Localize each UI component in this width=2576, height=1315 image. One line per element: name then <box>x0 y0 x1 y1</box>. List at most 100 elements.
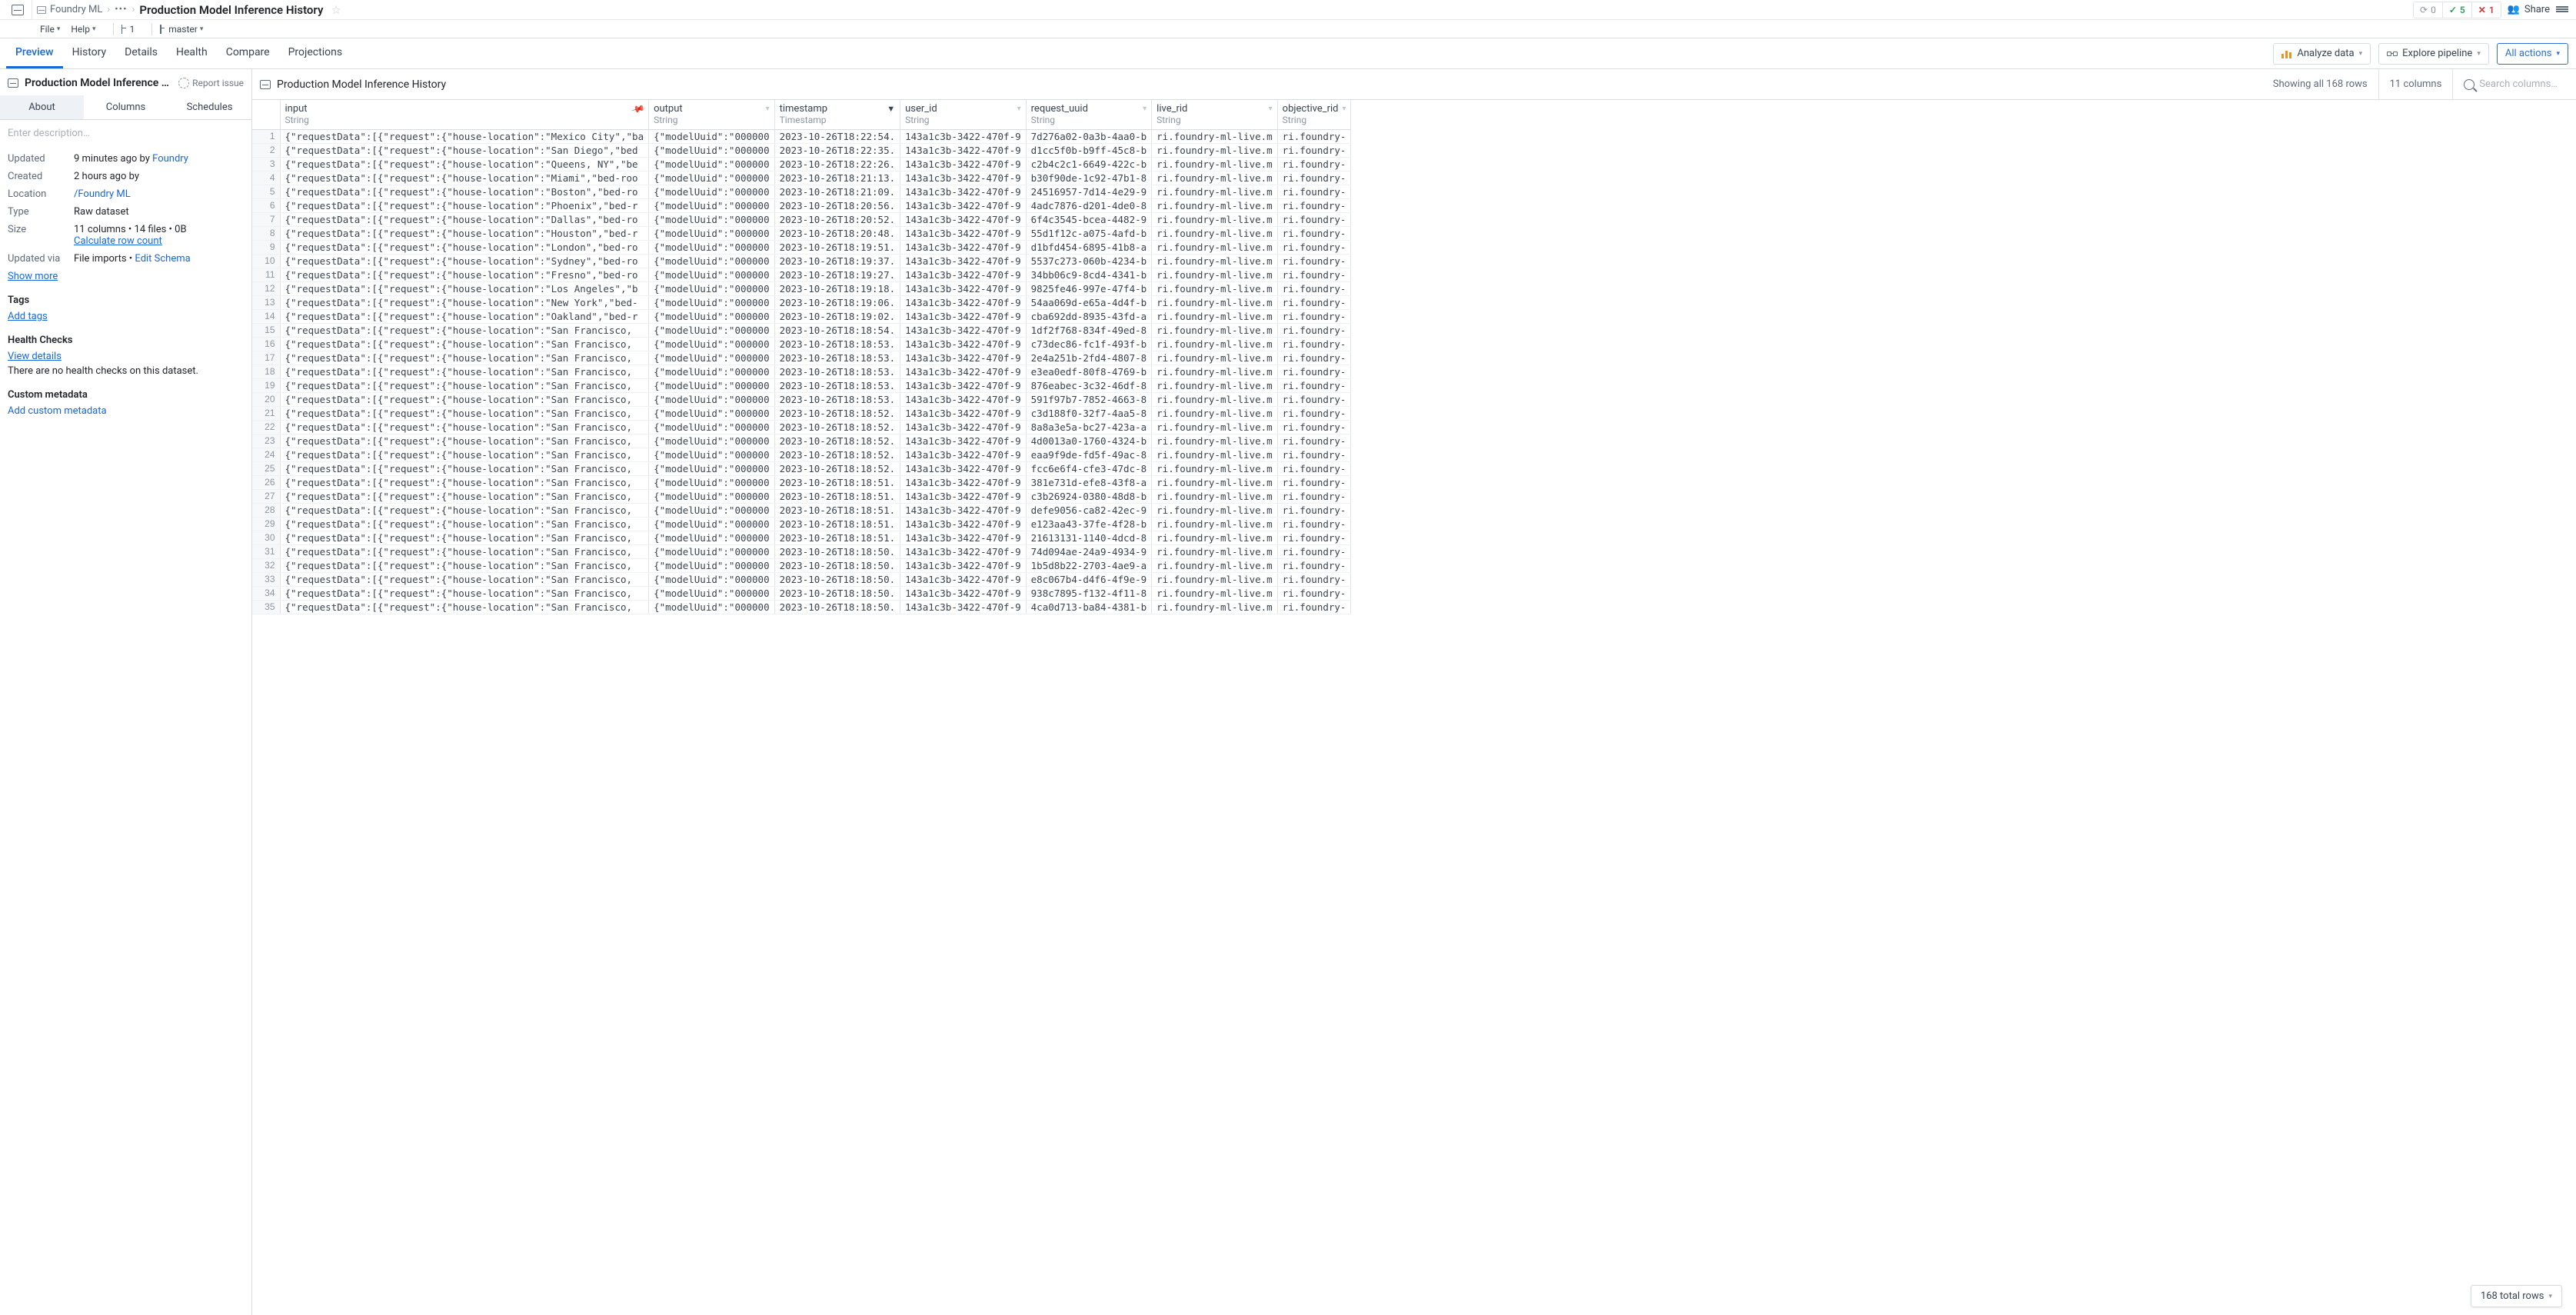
cell-timestamp[interactable]: 2023-10-26T18:18:51. <box>774 489 900 503</box>
cell-output[interactable]: {"modelUuid":"000000 <box>649 544 775 558</box>
cell-objective_rid[interactable]: ri.foundry- <box>1277 378 1351 392</box>
cell-input[interactable]: {"requestData":[{"request":{"house-locat… <box>280 434 649 448</box>
view-details-link[interactable]: View details <box>8 351 62 362</box>
table-row[interactable]: 29{"requestData":[{"request":{"house-loc… <box>252 517 1351 531</box>
cell-input[interactable]: {"requestData":[{"request":{"house-locat… <box>280 240 649 254</box>
cell-timestamp[interactable]: 2023-10-26T18:19:27. <box>774 268 900 281</box>
cell-objective_rid[interactable]: ri.foundry- <box>1277 323 1351 337</box>
cell-request_uuid[interactable]: e3ea0edf-80f8-4769-b <box>1026 365 1152 378</box>
cell-output[interactable]: {"modelUuid":"000000 <box>649 586 775 600</box>
cell-output[interactable]: {"modelUuid":"000000 <box>649 378 775 392</box>
table-row[interactable]: 19{"requestData":[{"request":{"house-loc… <box>252 378 1351 392</box>
cell-user_id[interactable]: 143a1c3b-3422-470f-9 <box>900 212 1027 226</box>
table-row[interactable]: 18{"requestData":[{"request":{"house-loc… <box>252 365 1351 378</box>
cell-timestamp[interactable]: 2023-10-26T18:19:51. <box>774 240 900 254</box>
cell-objective_rid[interactable]: ri.foundry- <box>1277 420 1351 434</box>
edit-schema-link[interactable]: Edit Schema <box>135 253 190 265</box>
cell-live_rid[interactable]: ri.foundry-ml-live.m <box>1152 143 1278 157</box>
status-refresh[interactable]: ⟳0 <box>2414 2 2443 18</box>
cell-request_uuid[interactable]: 2e4a251b-2fd4-4807-8 <box>1026 351 1152 365</box>
cell-input[interactable]: {"requestData":[{"request":{"house-locat… <box>280 461 649 475</box>
cell-user_id[interactable]: 143a1c3b-3422-470f-9 <box>900 586 1027 600</box>
cell-timestamp[interactable]: 2023-10-26T18:19:37. <box>774 254 900 268</box>
cell-objective_rid[interactable]: ri.foundry- <box>1277 406 1351 420</box>
cell-timestamp[interactable]: 2023-10-26T18:19:18. <box>774 281 900 295</box>
cell-input[interactable]: {"requestData":[{"request":{"house-locat… <box>280 295 649 309</box>
navtab-preview[interactable]: Preview <box>6 38 63 68</box>
table-row[interactable]: 4{"requestData":[{"request":{"house-loca… <box>252 171 1351 185</box>
cell-output[interactable]: {"modelUuid":"000000 <box>649 558 775 572</box>
cell-live_rid[interactable]: ri.foundry-ml-live.m <box>1152 558 1278 572</box>
cell-user_id[interactable]: 143a1c3b-3422-470f-9 <box>900 392 1027 406</box>
cell-objective_rid[interactable]: ri.foundry- <box>1277 517 1351 531</box>
menu-file[interactable]: File▾ <box>40 24 60 35</box>
cell-timestamp[interactable]: 2023-10-26T18:18:51. <box>774 517 900 531</box>
table-row[interactable]: 21{"requestData":[{"request":{"house-loc… <box>252 406 1351 420</box>
cell-timestamp[interactable]: 2023-10-26T18:18:50. <box>774 572 900 586</box>
cell-live_rid[interactable]: ri.foundry-ml-live.m <box>1152 572 1278 586</box>
cell-request_uuid[interactable]: 55d1f12c-a075-4afd-b <box>1026 226 1152 240</box>
cell-output[interactable]: {"modelUuid":"000000 <box>649 295 775 309</box>
cell-timestamp[interactable]: 2023-10-26T18:18:52. <box>774 448 900 461</box>
cell-objective_rid[interactable]: ri.foundry- <box>1277 392 1351 406</box>
cell-output[interactable]: {"modelUuid":"000000 <box>649 600 775 614</box>
search-columns[interactable]: Search columns… <box>2452 69 2568 100</box>
cell-objective_rid[interactable]: ri.foundry- <box>1277 531 1351 544</box>
cell-objective_rid[interactable]: ri.foundry- <box>1277 268 1351 281</box>
cell-objective_rid[interactable]: ri.foundry- <box>1277 157 1351 171</box>
cell-output[interactable]: {"modelUuid":"000000 <box>649 406 775 420</box>
cell-live_rid[interactable]: ri.foundry-ml-live.m <box>1152 351 1278 365</box>
cell-input[interactable]: {"requestData":[{"request":{"house-locat… <box>280 365 649 378</box>
table-row[interactable]: 7{"requestData":[{"request":{"house-loca… <box>252 212 1351 226</box>
cell-input[interactable]: {"requestData":[{"request":{"house-locat… <box>280 406 649 420</box>
status-ok[interactable]: ✓5 <box>2443 2 2472 18</box>
table-row[interactable]: 16{"requestData":[{"request":{"house-loc… <box>252 337 1351 351</box>
cell-user_id[interactable]: 143a1c3b-3422-470f-9 <box>900 475 1027 489</box>
cell-timestamp[interactable]: 2023-10-26T18:18:51. <box>774 531 900 544</box>
report-issue-link[interactable]: Report issue <box>178 78 244 88</box>
table-row[interactable]: 8{"requestData":[{"request":{"house-loca… <box>252 226 1351 240</box>
cell-output[interactable]: {"modelUuid":"000000 <box>649 461 775 475</box>
table-row[interactable]: 10{"requestData":[{"request":{"house-loc… <box>252 254 1351 268</box>
cell-user_id[interactable]: 143a1c3b-3422-470f-9 <box>900 572 1027 586</box>
cell-output[interactable]: {"modelUuid":"000000 <box>649 281 775 295</box>
cell-output[interactable]: {"modelUuid":"000000 <box>649 337 775 351</box>
cell-output[interactable]: {"modelUuid":"000000 <box>649 185 775 198</box>
cell-request_uuid[interactable]: 21613131-1140-4dcd-8 <box>1026 531 1152 544</box>
cell-objective_rid[interactable]: ri.foundry- <box>1277 337 1351 351</box>
cell-live_rid[interactable]: ri.foundry-ml-live.m <box>1152 171 1278 185</box>
cell-output[interactable]: {"modelUuid":"000000 <box>649 157 775 171</box>
cell-output[interactable]: {"modelUuid":"000000 <box>649 420 775 434</box>
cell-output[interactable]: {"modelUuid":"000000 <box>649 268 775 281</box>
cell-request_uuid[interactable]: 4d0013a0-1760-4324-b <box>1026 434 1152 448</box>
cell-user_id[interactable]: 143a1c3b-3422-470f-9 <box>900 531 1027 544</box>
column-menu-icon[interactable]: ▾ <box>1269 105 1273 113</box>
cell-input[interactable]: {"requestData":[{"request":{"house-locat… <box>280 489 649 503</box>
column-menu-icon[interactable]: ▾ <box>766 105 770 113</box>
cell-objective_rid[interactable]: ri.foundry- <box>1277 212 1351 226</box>
cell-objective_rid[interactable]: ri.foundry- <box>1277 226 1351 240</box>
cell-timestamp[interactable]: 2023-10-26T18:18:53. <box>774 392 900 406</box>
cell-request_uuid[interactable]: c3d188f0-32f7-4aa5-8 <box>1026 406 1152 420</box>
table-row[interactable]: 15{"requestData":[{"request":{"house-loc… <box>252 323 1351 337</box>
cell-timestamp[interactable]: 2023-10-26T18:18:52. <box>774 420 900 434</box>
table-row[interactable]: 28{"requestData":[{"request":{"house-loc… <box>252 503 1351 517</box>
status-error[interactable]: ✕1 <box>2472 2 2501 18</box>
cell-live_rid[interactable]: ri.foundry-ml-live.m <box>1152 475 1278 489</box>
cell-timestamp[interactable]: 2023-10-26T18:18:50. <box>774 558 900 572</box>
cell-request_uuid[interactable]: 34bb06c9-8cd4-4341-b <box>1026 268 1152 281</box>
cell-timestamp[interactable]: 2023-10-26T18:18:50. <box>774 586 900 600</box>
cell-timestamp[interactable]: 2023-10-26T18:18:54. <box>774 323 900 337</box>
cell-live_rid[interactable]: ri.foundry-ml-live.m <box>1152 544 1278 558</box>
cell-user_id[interactable]: 143a1c3b-3422-470f-9 <box>900 434 1027 448</box>
cell-request_uuid[interactable]: eaa9f9de-fd5f-49ac-8 <box>1026 448 1152 461</box>
cell-output[interactable]: {"modelUuid":"000000 <box>649 212 775 226</box>
cell-live_rid[interactable]: ri.foundry-ml-live.m <box>1152 406 1278 420</box>
cell-request_uuid[interactable]: 381e731d-efe8-43f8-a <box>1026 475 1152 489</box>
location-link[interactable]: /Foundry ML <box>74 188 131 200</box>
column-menu-icon[interactable]: ▾ <box>1143 105 1147 113</box>
cell-input[interactable]: {"requestData":[{"request":{"house-locat… <box>280 337 649 351</box>
cell-request_uuid[interactable]: 5537c273-060b-4234-b <box>1026 254 1152 268</box>
grid-wrap[interactable]: input📌Stringoutput▾Stringtimestamp▼Times… <box>252 100 2576 1315</box>
cell-input[interactable]: {"requestData":[{"request":{"house-locat… <box>280 448 649 461</box>
